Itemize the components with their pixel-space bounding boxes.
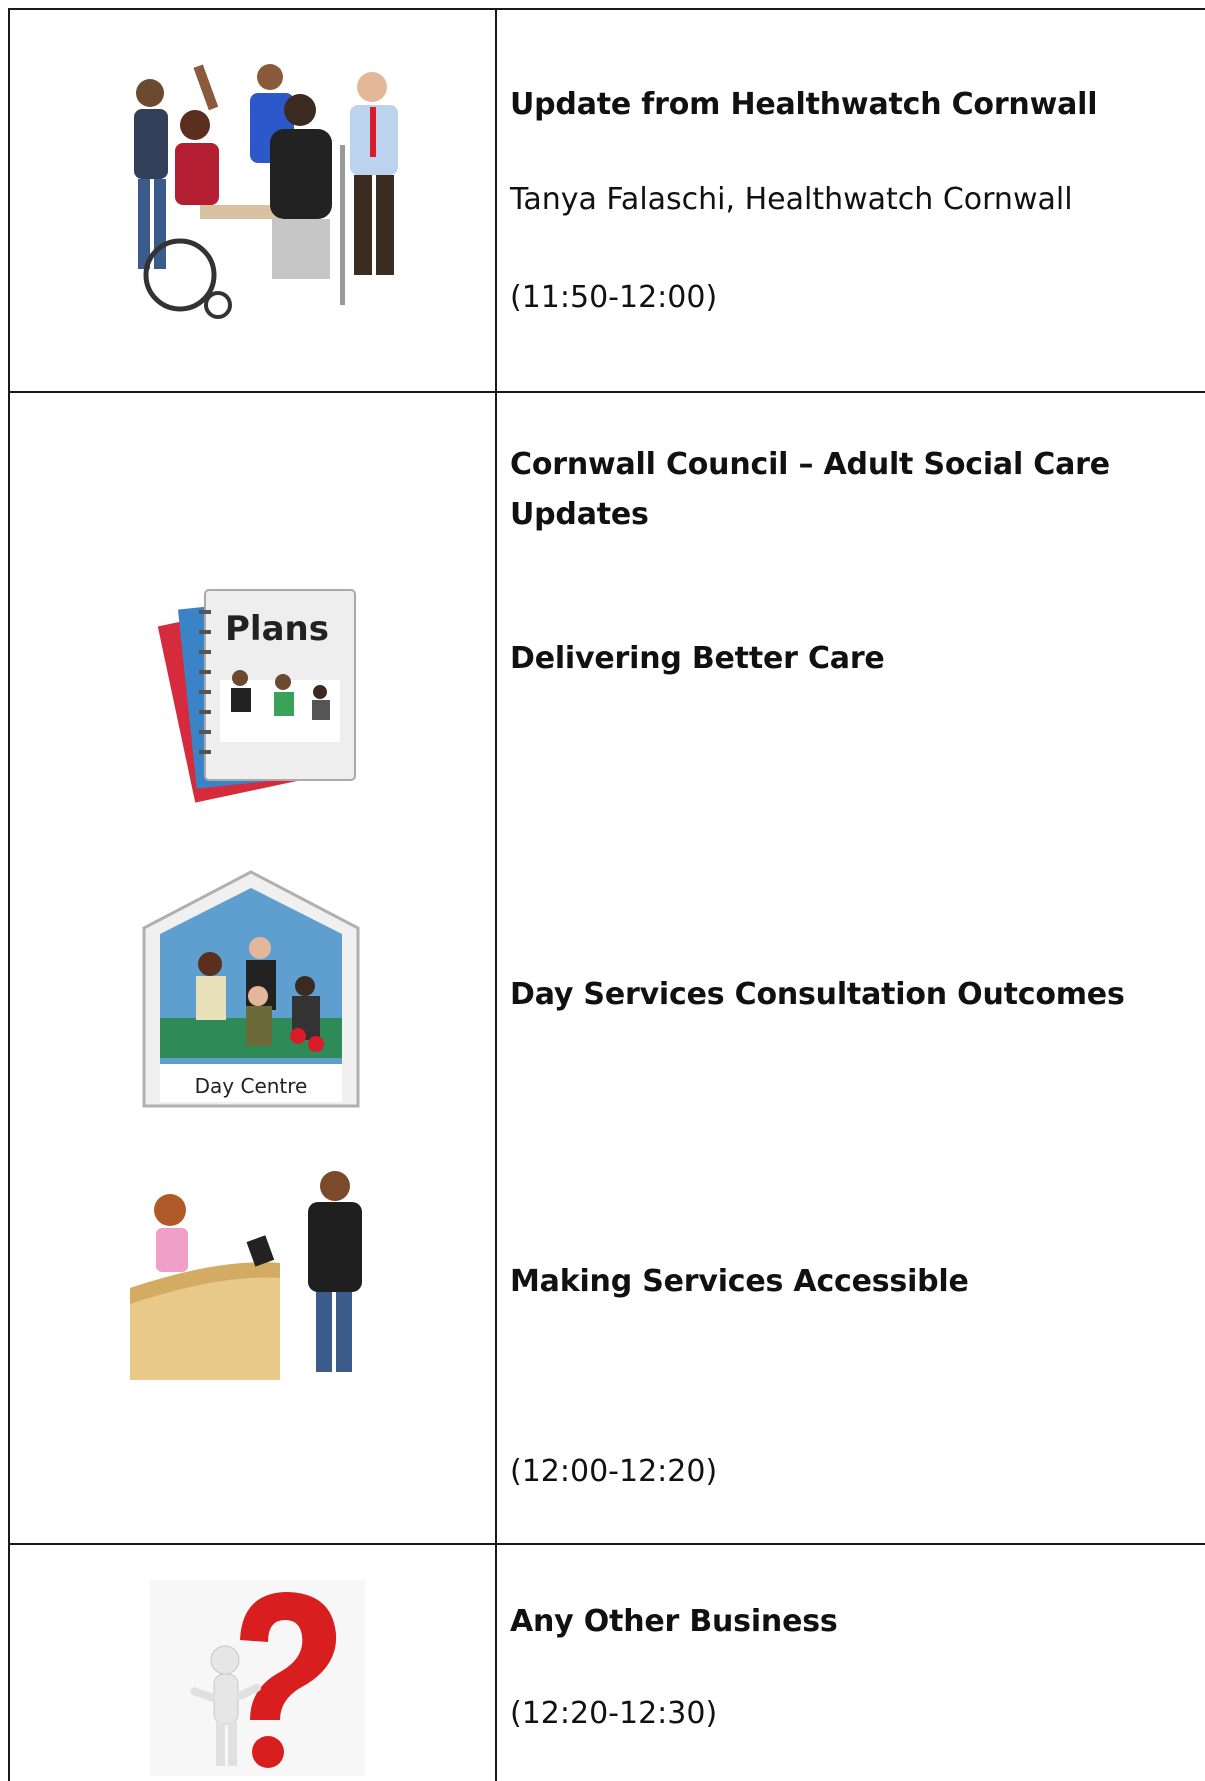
agenda-subitem-label: Day Services Consultation Outcomes [510,977,1125,1012]
agenda-item-title: Cornwall Council – Adult Social Care Upd… [510,447,1110,532]
row-divider-2 [8,1543,1205,1545]
day-centre-picture: Day Centre [140,868,362,1112]
agenda-item-time: (12:00-12:20) [510,1454,718,1489]
agenda-subitem-label: Delivering Better Care [510,641,885,676]
day-centre-label: Day Centre [195,1074,308,1098]
question-mark-figure-picture [150,1580,365,1776]
reception-desk-picture [130,1168,375,1380]
agenda-item-speaker: Tanya Falaschi, Healthwatch Cornwall [510,182,1073,217]
plans-book-label: Plans [225,609,329,649]
column-divider [495,8,497,1781]
table-left-border [8,8,10,1781]
agenda-item-time: (12:20-12:30) [510,1696,718,1731]
group-of-people-picture [100,55,410,355]
table-top-border [8,8,1205,10]
plans-book-picture: Plans [155,580,375,810]
agenda-subitem-label: Making Services Accessible [510,1264,969,1299]
agenda-item-title: Any Other Business [510,1604,838,1639]
agenda-item-title: Update from Healthwatch Cornwall [510,87,1098,122]
row-divider-1 [8,391,1205,393]
agenda-table: Update from Healthwatch Cornwall Tanya F… [0,0,1205,1781]
agenda-item-time: (11:50-12:00) [510,280,718,315]
